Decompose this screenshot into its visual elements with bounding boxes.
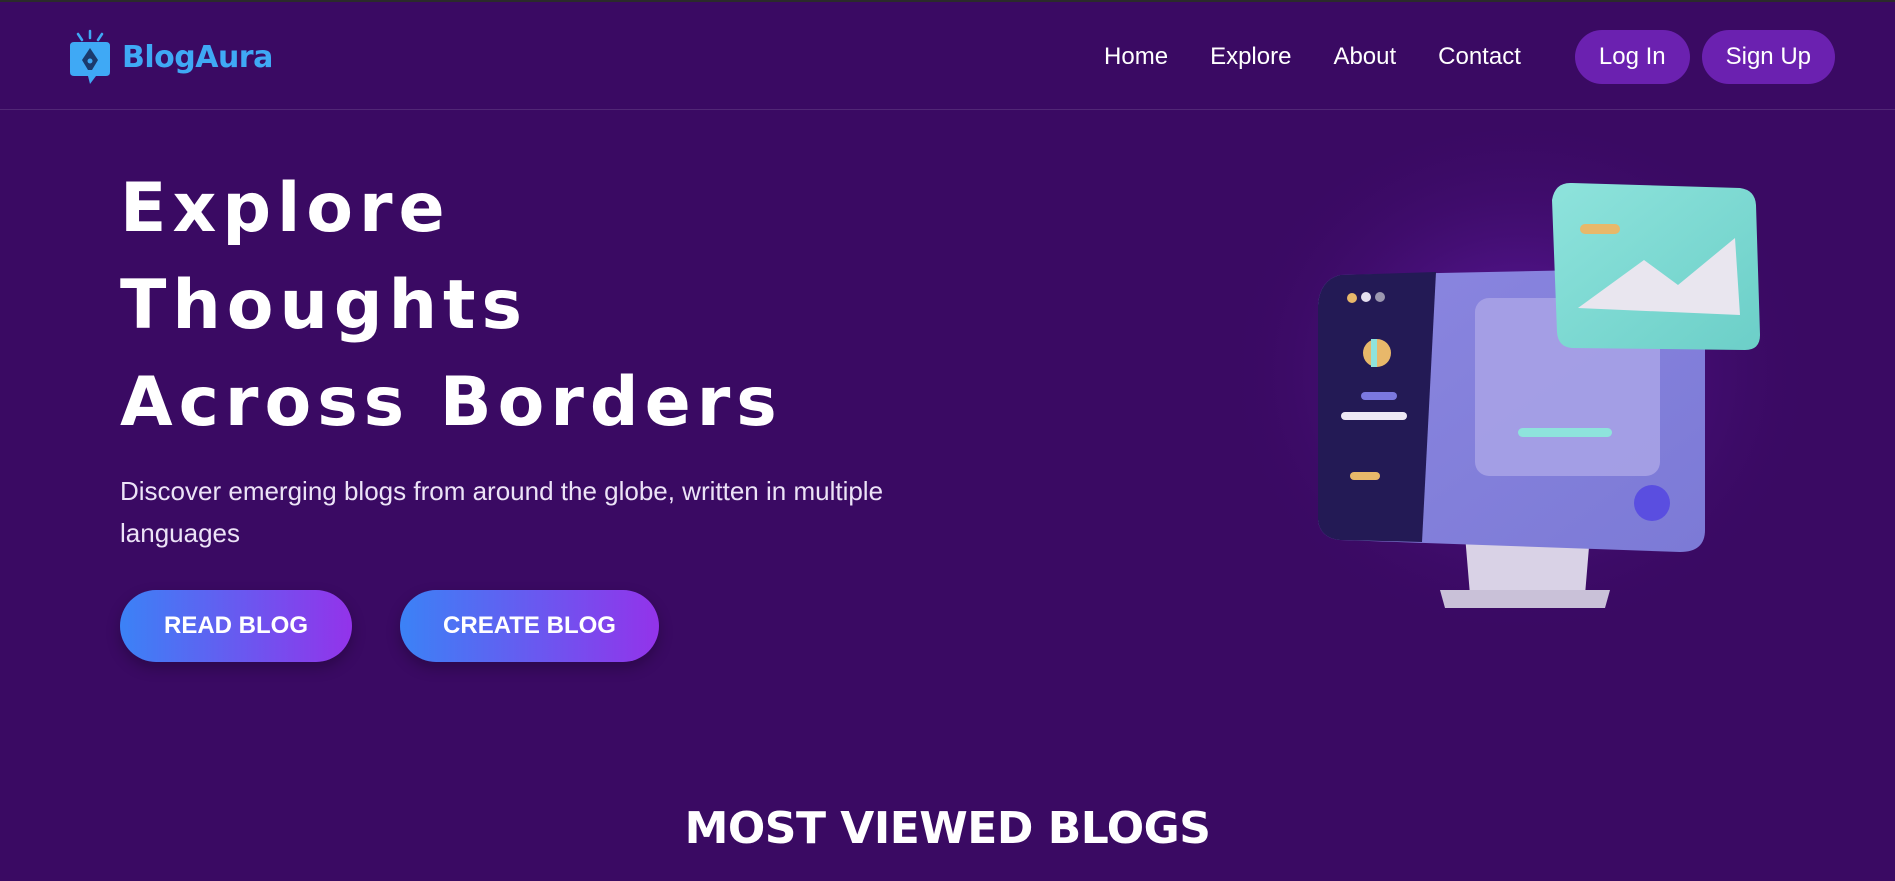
- create-blog-button[interactable]: CREATE BLOG: [400, 590, 659, 662]
- hero-title-line: Across Borders: [120, 363, 783, 442]
- hero-title: Explore Thoughts Across Borders: [120, 160, 783, 451]
- hero-title-line: Thoughts: [120, 266, 528, 345]
- nav-link-explore[interactable]: Explore: [1210, 30, 1291, 84]
- login-button[interactable]: Log In: [1574, 30, 1690, 84]
- section-title-most-viewed: MOST VIEWED BLOGS: [684, 803, 1211, 854]
- hero-subtitle: Discover emerging blogs from around the …: [120, 476, 884, 548]
- nav-link-home[interactable]: Home: [1104, 30, 1168, 84]
- nav-link-contact[interactable]: Contact: [1438, 30, 1521, 84]
- brand-logo[interactable]: BlogAura: [68, 28, 273, 86]
- main-nav: Home Explore About Contact Log In Sign U…: [1104, 30, 1835, 84]
- read-blog-button[interactable]: READ BLOG: [120, 590, 352, 662]
- site-header: BlogAura Home Explore About Contact Log …: [0, 2, 1895, 110]
- hero-title-line: Explore: [120, 169, 451, 248]
- signup-button[interactable]: Sign Up: [1701, 30, 1835, 84]
- nav-link-about[interactable]: About: [1333, 30, 1396, 84]
- monitor-illustration: [1220, 130, 1820, 670]
- brand-name: BlogAura: [122, 39, 273, 75]
- pen-nib-chat-icon: [70, 29, 110, 84]
